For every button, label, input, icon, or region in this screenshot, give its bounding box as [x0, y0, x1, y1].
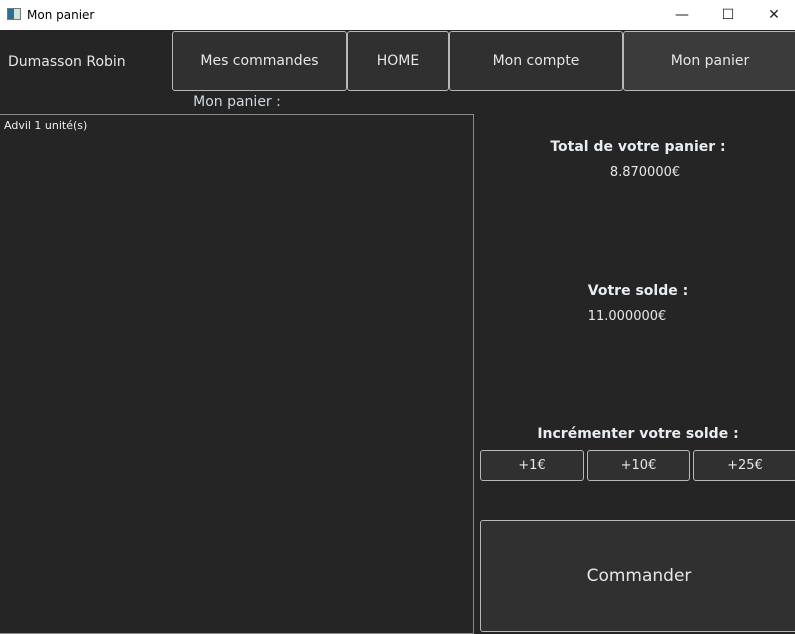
total-value: 8.870000€: [609, 165, 681, 180]
title-bar: Mon panier — ☐ ✕: [0, 0, 795, 30]
nav-mon-panier[interactable]: Mon panier: [623, 31, 795, 91]
add-10-button[interactable]: +10€: [587, 450, 690, 481]
window-title: Mon panier: [27, 8, 95, 22]
close-button[interactable]: ✕: [751, 0, 795, 30]
add-25-button[interactable]: +25€: [693, 450, 795, 481]
nav-mes-commandes[interactable]: Mes commandes: [172, 31, 347, 91]
balance-value: 11.000000€: [587, 309, 667, 324]
increment-label: Incrémenter votre solde :: [537, 426, 739, 442]
app-icon: [7, 8, 21, 20]
nav-home[interactable]: HOME: [347, 31, 449, 91]
balance-label: Votre solde :: [587, 283, 689, 299]
user-name: Dumasson Robin: [8, 54, 126, 70]
total-label: Total de votre panier :: [550, 139, 726, 155]
order-button[interactable]: Commander: [480, 520, 795, 632]
list-item[interactable]: Advil 1 unité(s): [0, 115, 473, 136]
minimize-button[interactable]: —: [659, 0, 705, 30]
cart-list[interactable]: Advil 1 unité(s): [0, 114, 474, 634]
add-1-button[interactable]: +1€: [480, 450, 584, 481]
nav-mon-compte[interactable]: Mon compte: [449, 31, 623, 91]
maximize-button[interactable]: ☐: [705, 0, 751, 30]
cart-label: Mon panier :: [193, 94, 281, 110]
